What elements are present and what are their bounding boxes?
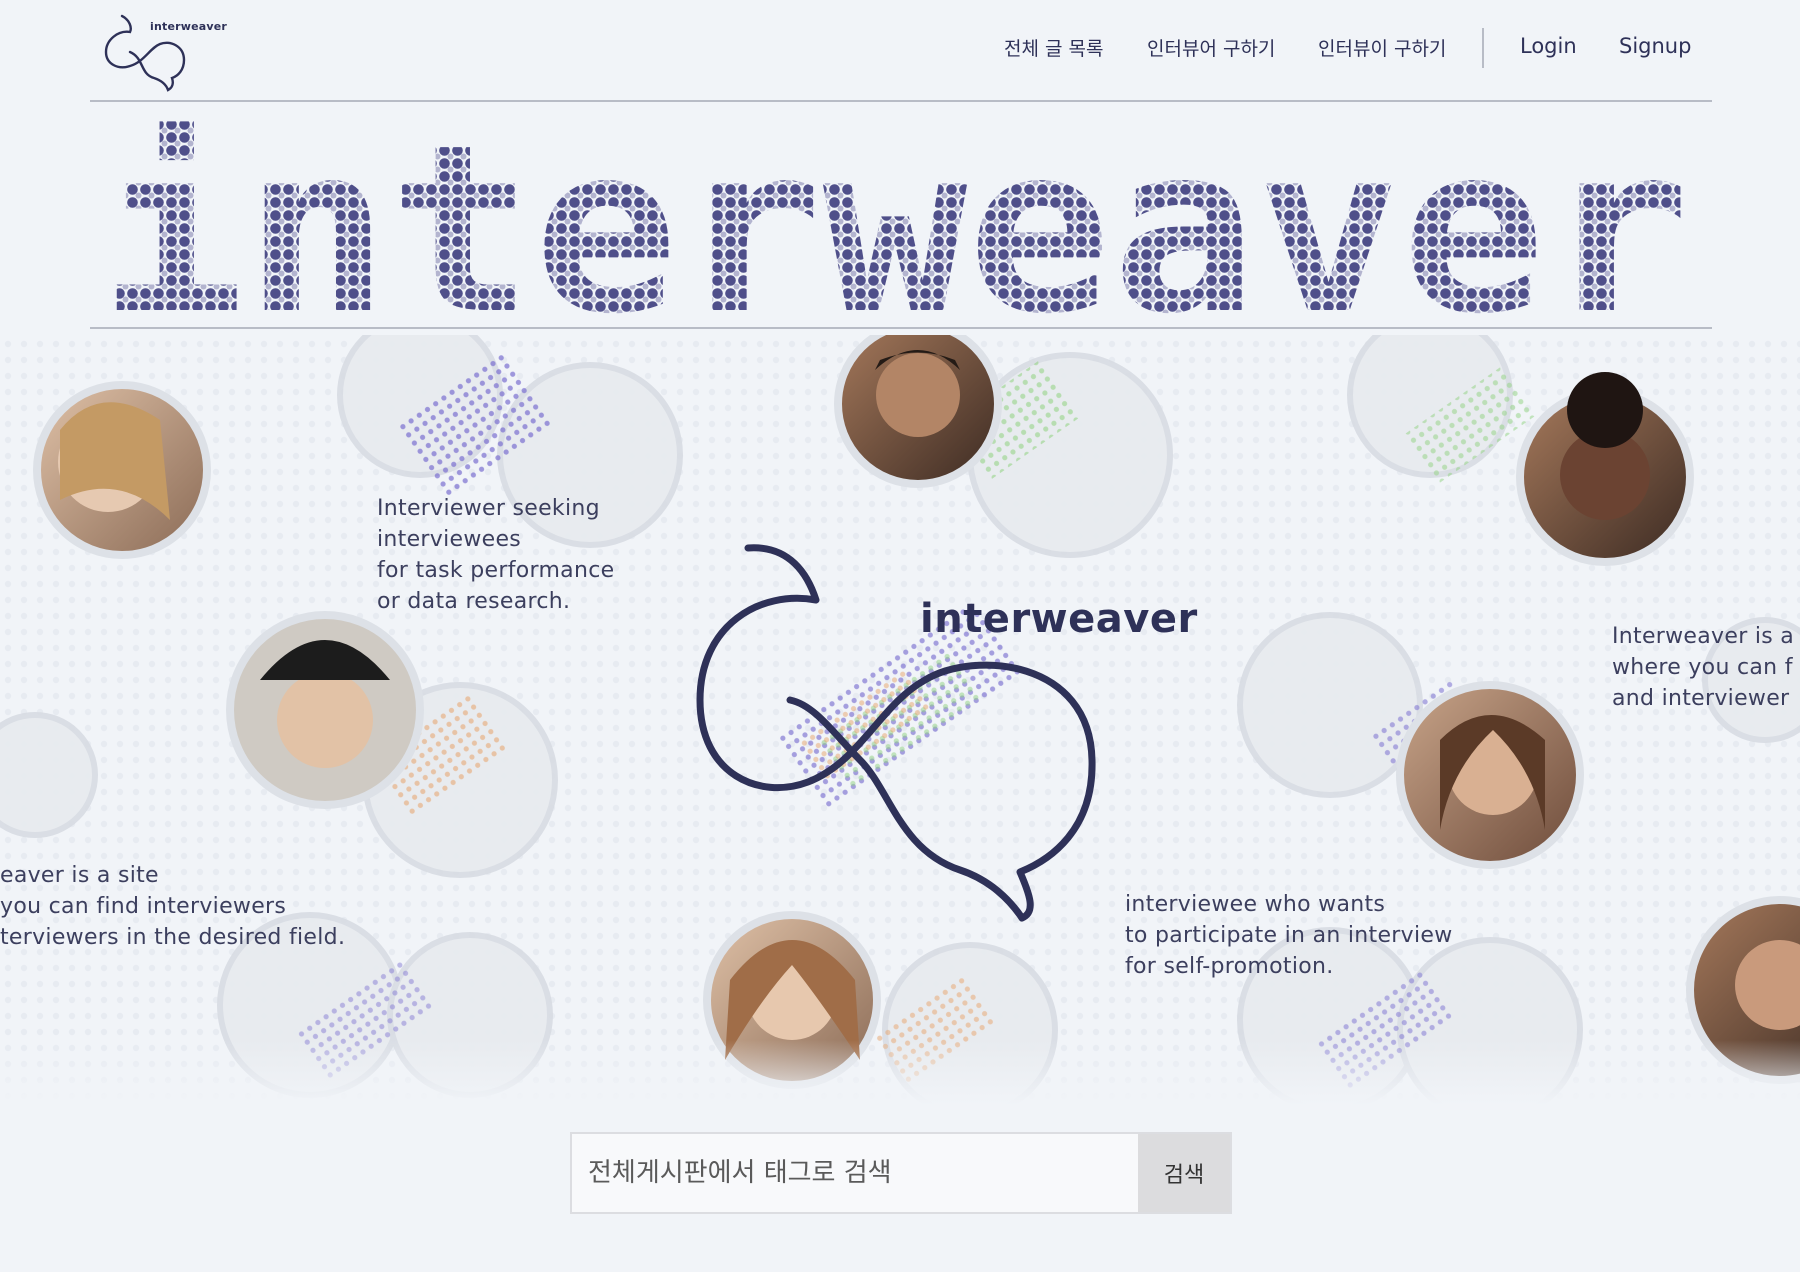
main-logo-text: interweaver xyxy=(920,596,1198,642)
header-divider xyxy=(90,100,1712,102)
nav-all-posts[interactable]: 전체 글 목록 xyxy=(1004,34,1103,61)
caption-site-right: Interweaver is a where you can f and int… xyxy=(1612,624,1795,711)
portrait-man-smile-top xyxy=(834,335,1002,488)
tag-search-input[interactable] xyxy=(572,1134,1138,1212)
hero-divider xyxy=(90,327,1712,329)
caption-interviewee: interviewee who wants to participate in … xyxy=(1125,892,1453,979)
caption-interviewer: Interviewer seeking interviewees for tas… xyxy=(377,496,615,614)
landing-page: interweaver 전체 글 목록 인터뷰어 구하기 인터뷰이 구하기 Lo… xyxy=(0,0,1800,1272)
logo-text: interweaver xyxy=(150,20,228,33)
nav-divider xyxy=(1482,28,1484,68)
hero-wordmark-shade: interweaver xyxy=(100,118,1690,328)
search-button[interactable]: 검색 xyxy=(1138,1134,1230,1212)
portrait-woman-smiling xyxy=(1396,681,1584,869)
signup-link[interactable]: Signup xyxy=(1619,34,1691,58)
tag-search-bar: 검색 xyxy=(570,1132,1232,1214)
caption-site-left: eaver is a site you can find interviewer… xyxy=(0,863,346,950)
login-link[interactable]: Login xyxy=(1520,34,1577,58)
hero-wordmark: interweaver interweaver xyxy=(100,118,1690,328)
nav-find-interviewee[interactable]: 인터뷰이 구하기 xyxy=(1318,34,1446,61)
portrait-man-hat xyxy=(226,611,424,809)
portrait-woman-blonde xyxy=(33,381,211,559)
nav-find-interviewer[interactable]: 인터뷰어 구하기 xyxy=(1147,34,1275,61)
collage-background xyxy=(0,335,1800,1105)
